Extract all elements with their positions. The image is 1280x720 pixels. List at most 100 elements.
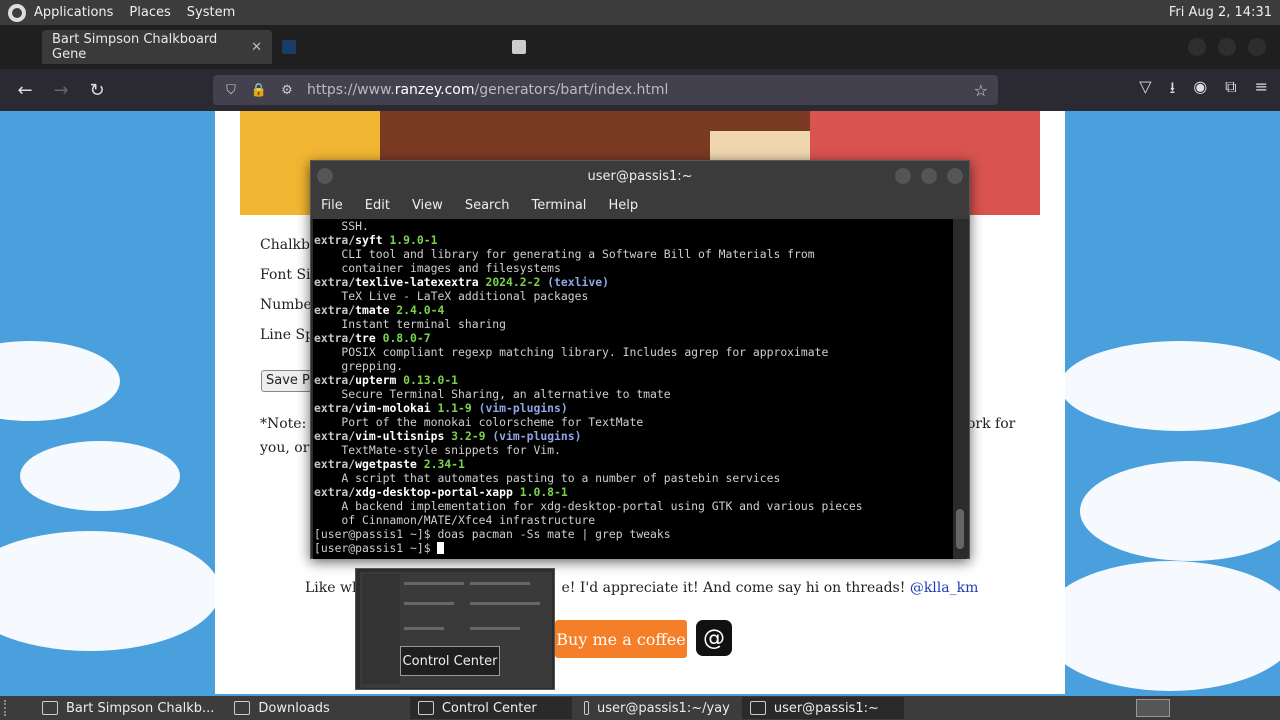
threads-icon[interactable]: @ [696, 620, 732, 656]
maximize-icon[interactable] [1218, 38, 1236, 56]
terminal-grp: (vim-plugins) [471, 401, 568, 415]
gnome-foot-icon[interactable] [8, 3, 26, 22]
buy-coffee-button[interactable]: Buy me a coffee [555, 620, 687, 658]
panel-menu: Applications Places System [34, 5, 251, 20]
browser-nav-bar: ← → ↻ ⛉ 🔒 ⚙ https://www. ranzey.com/gener… [0, 69, 1280, 111]
menu-file[interactable]: File [321, 198, 343, 213]
terminal-ver: 0.13.0-1 [396, 373, 459, 387]
browser-tab[interactable] [272, 30, 502, 64]
terminal-line: extra/upterm 0.13.0-1 [314, 373, 953, 387]
terminal-pkg: tmate [355, 303, 390, 317]
workspace-switcher[interactable] [1136, 699, 1170, 717]
window-controls [1188, 38, 1266, 56]
terminal-line: extra/vim-molokai 1.1-9 (vim-plugins) [314, 401, 953, 415]
download-icon[interactable]: ⭳ [1170, 77, 1176, 104]
maximize-icon[interactable] [921, 168, 937, 184]
url-bar[interactable]: ⛉ 🔒 ⚙ https://www. ranzey.com/generators/… [213, 75, 998, 105]
terminal-line: Instant terminal sharing [314, 317, 953, 331]
places-menu[interactable]: Places [129, 5, 170, 20]
url-prefix: https://www. [307, 82, 395, 98]
menu-icon[interactable]: ≡ [1255, 77, 1268, 104]
menu-terminal[interactable]: Terminal [531, 198, 586, 213]
taskbar-item[interactable]: Downloads [226, 697, 337, 719]
taskbar-item[interactable]: user@passis1:~ [741, 697, 904, 719]
terminal-pkg: upterm [355, 373, 397, 387]
terminal-titlebar[interactable]: user@passis1:~ [311, 161, 969, 191]
font-size-label: Font Si [260, 267, 311, 283]
terminal-line: TeX Live - LaTeX additional packages [314, 289, 953, 303]
system-menu[interactable]: System [187, 5, 235, 20]
like-suffix: e! I'd appreciate it! And come say hi on… [561, 580, 906, 596]
note-text: you, or [260, 440, 310, 456]
line-spacing-label: Line Sp [260, 327, 315, 343]
tooltip: Control Center [400, 646, 500, 676]
close-icon[interactable] [947, 168, 963, 184]
terminal-desc: A backend implementation for xdg-desktop… [314, 499, 863, 513]
terminal-output[interactable]: SSH. extra/syft 1.9.0-1 CLI tool and libr… [313, 219, 953, 559]
taskbar-item[interactable]: Control Center [409, 697, 572, 719]
terminal-repo: extra/ [314, 485, 356, 499]
menu-edit[interactable]: Edit [365, 198, 390, 213]
terminal-ver: 0.8.0-7 [375, 331, 431, 345]
terminal-line: Secure Terminal Sharing, an alternative … [314, 387, 953, 401]
menu-search[interactable]: Search [465, 198, 510, 213]
terminal-prompt: [user@passis1 ~]$ doas pacman -Ss mate |… [314, 527, 671, 541]
taskbar-label: user@passis1:~/yay [597, 700, 730, 716]
permissions-icon[interactable]: ⚙ [279, 82, 295, 98]
terminal-prompt: [user@passis1 ~]$ [314, 541, 438, 555]
terminal-scrollbar[interactable] [953, 219, 967, 559]
terminal-repo: extra/ [314, 373, 356, 387]
terminal-cursor [437, 542, 445, 554]
terminal-pkg: tre [355, 331, 376, 345]
terminal-line: extra/wgetpaste 2.34-1 [314, 457, 953, 471]
terminal-desc: SSH. [314, 219, 369, 233]
shield-icon[interactable]: ⛉ [223, 82, 239, 98]
scrollbar-thumb[interactable] [956, 509, 964, 549]
control-center-icon [417, 701, 434, 715]
firefox-icon [42, 701, 58, 715]
pocket-icon[interactable]: ▽ [1139, 77, 1151, 104]
terminal-ver: 2024.2-2 [478, 275, 541, 289]
threads-handle-link[interactable]: @klla_km [910, 580, 979, 596]
terminal-repo: extra/ [314, 429, 356, 443]
like-prefix: Like wh [305, 580, 361, 596]
terminal-ver: 2.34-1 [416, 457, 465, 471]
account-icon[interactable]: ◉ [1193, 77, 1207, 104]
minimize-icon[interactable] [895, 168, 911, 184]
reload-icon[interactable]: ↻ [84, 77, 110, 103]
panel-grip [4, 700, 14, 716]
applications-menu[interactable]: Applications [34, 5, 113, 20]
terminal-desc: TextMate-style snippets for Vim. [314, 443, 561, 457]
browser-tab[interactable] [502, 30, 732, 64]
top-panel: Applications Places System Fri Aug 2, 14… [0, 0, 1280, 25]
minimize-icon[interactable] [1188, 38, 1206, 56]
terminal-pkg: wgetpaste [355, 457, 417, 471]
toolbar-icons: ▽ ⭳ ◉ ⧉ ≡ [1139, 77, 1268, 104]
browser-tab-strip: Bart Simpson Chalkboard Gene ✕ [0, 25, 1280, 69]
terminal-repo: extra/ [314, 303, 356, 317]
menu-view[interactable]: View [412, 198, 443, 213]
clock[interactable]: Fri Aug 2, 14:31 [1169, 5, 1272, 20]
note-text: ork for [967, 416, 1016, 432]
cloud-decoration [0, 341, 120, 421]
terminal-line: of Cinnamon/MATE/Xfce4 infrastructure [314, 513, 953, 527]
taskbar-item[interactable]: user@passis1:~/yay [576, 697, 738, 719]
extensions-icon[interactable]: ⧉ [1225, 77, 1236, 104]
menu-help[interactable]: Help [608, 198, 638, 213]
close-window-icon[interactable] [1248, 38, 1266, 56]
bookmark-star-icon[interactable]: ☆ [974, 81, 988, 100]
terminal-title: user@passis1:~ [587, 168, 693, 184]
browser-tab-active[interactable]: Bart Simpson Chalkboard Gene ✕ [42, 30, 272, 64]
forward-icon[interactable]: → [48, 77, 74, 103]
terminal-line: A backend implementation for xdg-desktop… [314, 499, 953, 513]
close-icon[interactable]: ✕ [251, 40, 262, 55]
terminal-desc: Secure Terminal Sharing, an alternative … [314, 387, 671, 401]
taskbar-item[interactable]: Bart Simpson Chalkb... [34, 697, 222, 719]
terminal-desc: A script that automates pasting to a num… [314, 471, 781, 485]
terminal-window: user@passis1:~ File Edit View Search Ter… [310, 160, 970, 559]
window-menu-icon[interactable] [317, 168, 333, 184]
terminal-desc: container images and filesystems [314, 261, 561, 275]
back-icon[interactable]: ← [12, 77, 38, 103]
lock-icon[interactable]: 🔒 [251, 82, 267, 98]
terminal-repo: extra/ [314, 401, 356, 415]
